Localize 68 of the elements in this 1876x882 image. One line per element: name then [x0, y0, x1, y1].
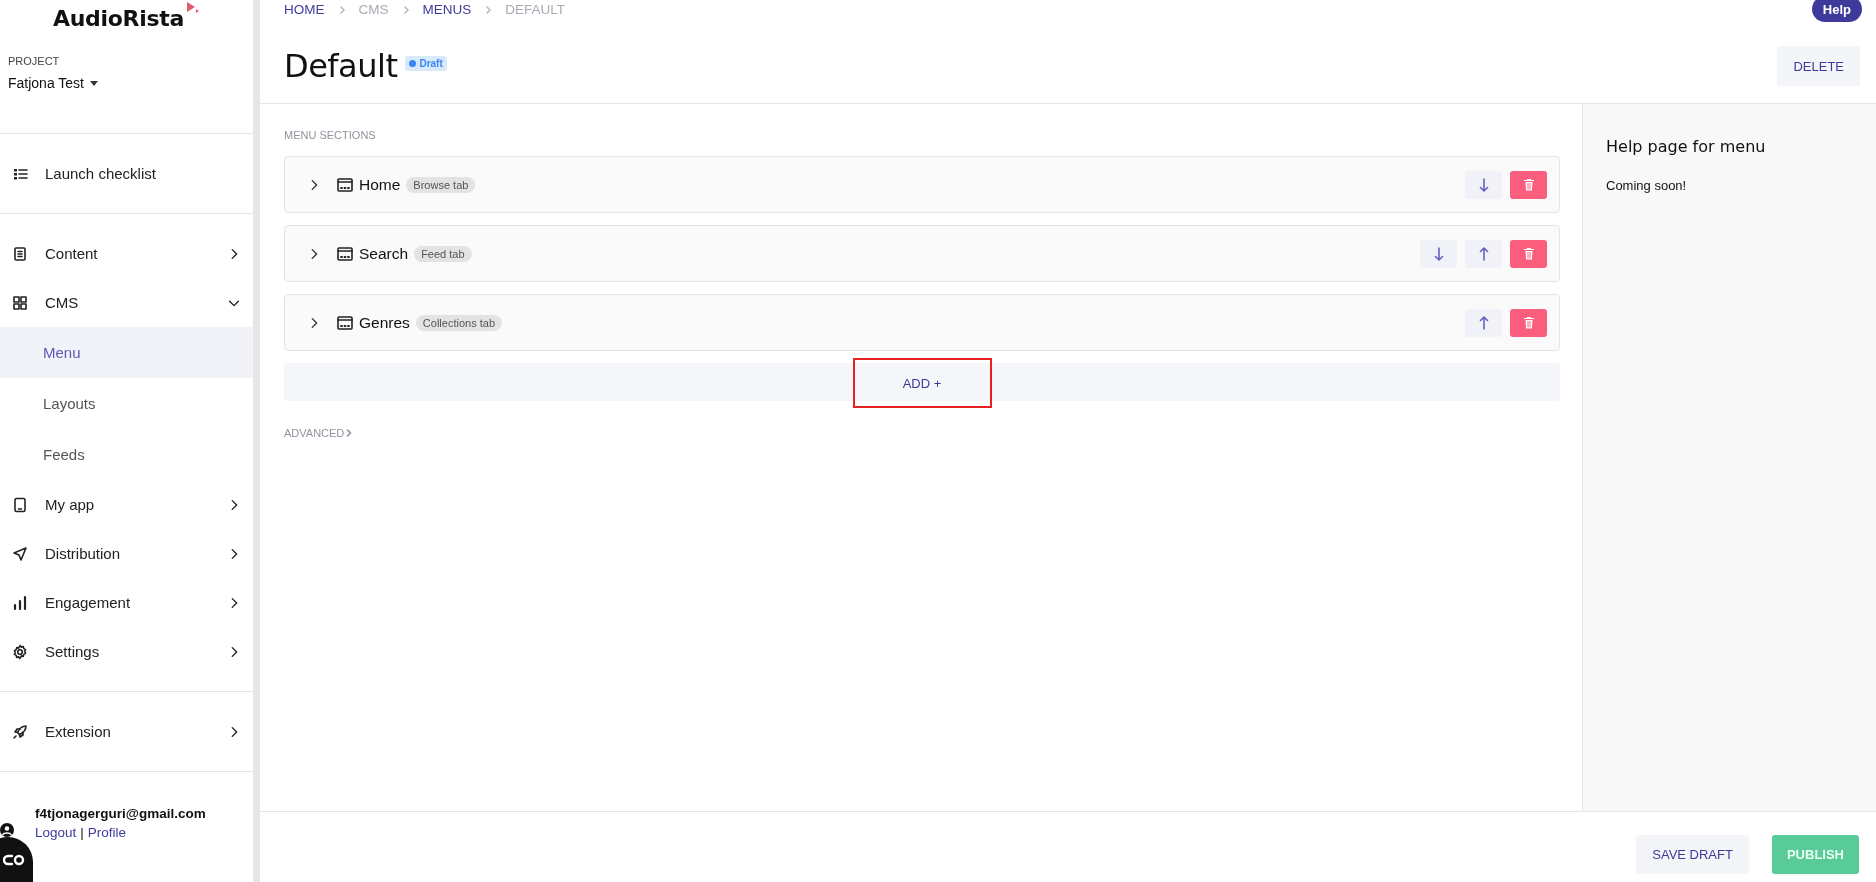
section-tag: Browse tab	[406, 176, 476, 193]
nav-subitem[interactable]: Layouts	[0, 378, 253, 429]
status-badge: Draft	[405, 55, 447, 71]
chevron-right-icon	[345, 428, 354, 438]
breadcrumb-item: DEFAULT	[505, 2, 566, 17]
section-heading: MENU SECTIONS	[284, 129, 377, 141]
window-icon	[337, 315, 353, 330]
window-icon	[337, 177, 353, 192]
nav-subitem[interactable]: Menu	[0, 327, 253, 378]
delete-section-button[interactable]	[1510, 170, 1547, 199]
nav-item[interactable]: Launch checklist	[0, 149, 253, 198]
breadcrumb-link[interactable]: MENUS	[422, 2, 472, 17]
bar-chart-icon	[12, 594, 28, 611]
nav-item[interactable]: Distribution	[0, 529, 253, 578]
trash-icon	[1523, 316, 1534, 329]
breadcrumb-link[interactable]: HOME	[284, 2, 325, 17]
chevron-right-icon	[483, 4, 494, 15]
tablet-icon	[12, 496, 28, 513]
delete-section-button[interactable]	[1510, 239, 1547, 268]
caret-icon	[90, 80, 98, 86]
nav-item[interactable]: Settings	[0, 627, 253, 676]
arrow-down-icon	[1433, 246, 1444, 261]
logo-text: AudioRista	[53, 7, 184, 31]
window-icon	[337, 246, 353, 261]
section-name: Genres	[359, 313, 410, 332]
trash-icon	[1523, 247, 1534, 260]
grid-icon	[12, 294, 28, 311]
section-tag: Feed tab	[414, 245, 472, 262]
help-text: Coming soon!	[1606, 178, 1688, 193]
move-up-button[interactable]	[1465, 308, 1502, 337]
nav-item[interactable]: CMS	[0, 278, 253, 327]
nav-item[interactable]: My app	[0, 480, 253, 529]
move-down-button[interactable]	[1420, 239, 1457, 268]
nav-subitem[interactable]: Feeds	[0, 429, 253, 480]
delete-section-button[interactable]	[1510, 308, 1547, 337]
nav-item[interactable]: Engagement	[0, 578, 253, 627]
add-button[interactable]: ADD +	[852, 358, 992, 408]
nav-item[interactable]: Extension	[0, 707, 253, 756]
link-separator: |	[80, 825, 84, 840]
send-icon	[12, 545, 28, 562]
project-label: PROJECT	[7, 54, 61, 67]
user-email: f4tjonagerguri@gmail.com	[35, 806, 206, 821]
arrow-up-icon	[1478, 315, 1489, 330]
section-name: Home	[359, 175, 401, 194]
trash-icon	[1523, 178, 1534, 191]
help-button[interactable]: Help	[1811, 0, 1862, 22]
nav-item[interactable]: Content	[0, 229, 253, 278]
page-title: Default	[284, 47, 398, 85]
section-name: Search	[359, 244, 409, 263]
move-up-button[interactable]	[1465, 239, 1502, 268]
arrow-up-icon	[1478, 246, 1489, 261]
status-dot-icon	[409, 59, 417, 67]
arrow-down-icon	[1478, 177, 1489, 192]
user-link[interactable]: Logout	[35, 825, 77, 840]
rocket-icon	[12, 723, 28, 740]
user-link[interactable]: Profile	[87, 825, 127, 840]
delete-button[interactable]: DELETE	[1777, 46, 1860, 86]
play-logo-icon	[186, 1, 200, 15]
breadcrumb-item: CMS	[358, 2, 389, 17]
document-icon	[12, 245, 28, 262]
link-icon	[3, 853, 25, 866]
move-down-button[interactable]	[1465, 170, 1502, 199]
save-draft-button[interactable]: SAVE DRAFT	[1636, 834, 1749, 874]
project-dropdown[interactable]: Fatjona Test	[0, 67, 98, 91]
scrollbar[interactable]	[253, 0, 260, 882]
section-tag: Collections tab	[415, 314, 502, 331]
settings-icon	[12, 643, 28, 660]
help-title: Help page for menu	[1606, 137, 1767, 156]
